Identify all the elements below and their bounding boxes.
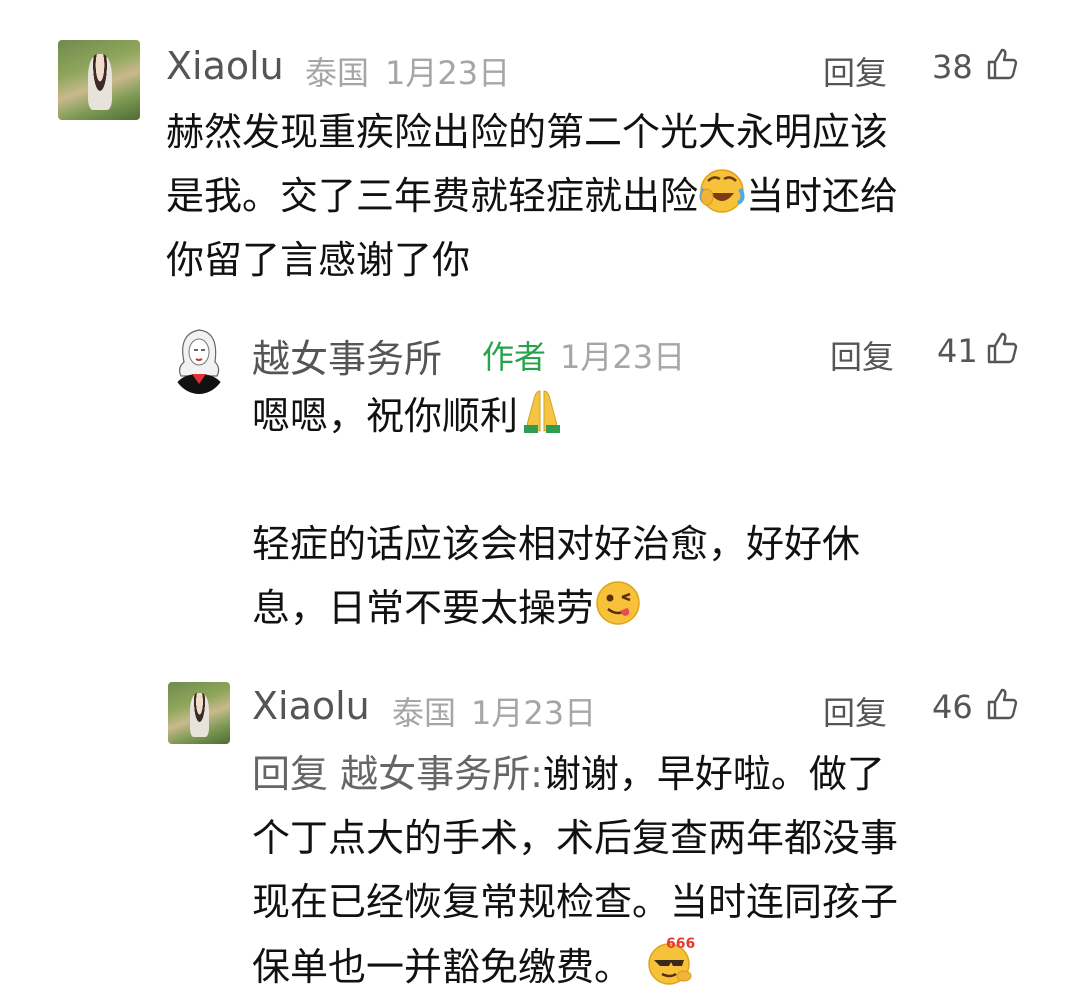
comment-line: 轻症的话应该会相对好治愈，好好休 [252, 522, 861, 566]
comment-text: 回复 越女事务所:谢谢，早好啦。做了 个丁点大的手术，术后复查两年都没事 现在已… [252, 742, 1052, 999]
comment-date: 1月23日 [560, 338, 686, 376]
crying-laughing-emoji-icon [699, 169, 745, 213]
comment-location: 泰国 [392, 694, 457, 732]
comment-line: 保单也一并豁免缴费。 666 [252, 934, 1052, 999]
comment-line: 息，日常不要太操劳 [252, 576, 1042, 640]
thumbs-up-icon[interactable] [985, 330, 1021, 366]
comment-line-text: 息，日常不要太操劳 [252, 586, 595, 630]
praying-hands-emoji-icon [524, 390, 561, 433]
comment-line-text: 当时还给 [746, 174, 899, 218]
comment-line-text: 是我。交了三年费就轻症就出险 [166, 174, 699, 218]
reply-button[interactable]: 回复 [823, 688, 887, 734]
comment-line: 赫然发现重疾险出险的第二个光大永明应该 [166, 110, 889, 154]
comment-line: 嗯嗯，祝你顺利 [252, 384, 1042, 448]
comment-line: 个丁点大的手术，术后复查两年都没事 [252, 816, 899, 860]
comment-line-text: 保单也一并豁免缴费。 [252, 945, 633, 989]
comment-line: 现在已经恢复常规检查。当时连同孩子 [252, 880, 899, 924]
reply-button[interactable]: 回复 [823, 48, 887, 94]
author-badge: 作者 [482, 338, 547, 376]
reply-to-mention[interactable]: 回复 越女事务所: [252, 752, 543, 796]
comment-line: 回复 越女事务所:谢谢，早好啦。做了 [252, 742, 1052, 806]
reply-button[interactable]: 回复 [830, 332, 894, 378]
emoji-666-badge: 666 [666, 936, 695, 952]
comment-text: 嗯嗯，祝你顺利 轻症的话应该会相对好治愈，好好休 息，日常不要太操劳 [252, 384, 1042, 640]
comment-date: 1月23日 [385, 54, 511, 92]
comment-line-text: 谢谢，早好啦。做了 [542, 752, 885, 796]
comment-location: 泰国 [305, 54, 370, 92]
comment-line: 你留了言感谢了你 [166, 238, 471, 282]
thumbs-up-icon[interactable] [985, 46, 1021, 82]
comment-text: 赫然发现重疾险出险的第二个光大永明应该 是我。交了三年费就轻症就出险 当时还给 … [166, 100, 1046, 292]
winking-tongue-emoji-icon [596, 581, 640, 625]
avatar[interactable] [58, 40, 140, 120]
like-count: 46 [932, 688, 973, 726]
like-count: 38 [932, 48, 973, 86]
like-count: 41 [937, 332, 978, 370]
commenter-name[interactable]: Xiaolu [252, 684, 370, 728]
avatar[interactable] [168, 682, 230, 744]
commenter-name[interactable]: 越女事务所 [252, 328, 442, 383]
comment-line-text: 嗯嗯，祝你顺利 [252, 394, 519, 438]
cool-666-emoji-icon: 666 [648, 936, 695, 985]
comment-date: 1月23日 [471, 694, 597, 732]
avatar[interactable] [170, 322, 228, 394]
comment-line: 是我。交了三年费就轻症就出险 当时还给 [166, 164, 1046, 228]
commenter-name[interactable]: Xiaolu [166, 44, 284, 88]
thumbs-up-icon[interactable] [985, 686, 1021, 722]
